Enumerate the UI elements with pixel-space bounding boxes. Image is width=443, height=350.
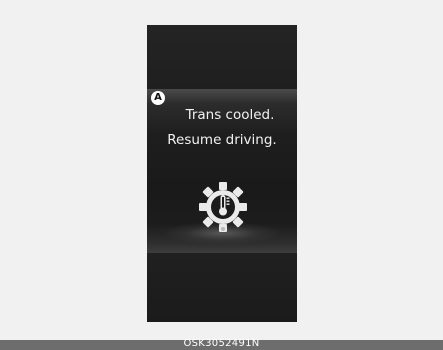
callout-badge-a: A <box>151 91 165 105</box>
display-top-band <box>147 25 297 89</box>
manual-illustration: A Trans cooled. Resume driving. OSK30524… <box>0 0 443 350</box>
display-bottom-band <box>147 253 297 322</box>
warning-message-line-1: Trans cooled. <box>185 107 275 123</box>
warning-message-line-2: Resume driving. <box>167 132 277 148</box>
cluster-display-screen <box>147 25 297 322</box>
transmission-temperature-gear-icon <box>198 180 248 234</box>
figure-code: OSK3052491N <box>183 338 260 349</box>
